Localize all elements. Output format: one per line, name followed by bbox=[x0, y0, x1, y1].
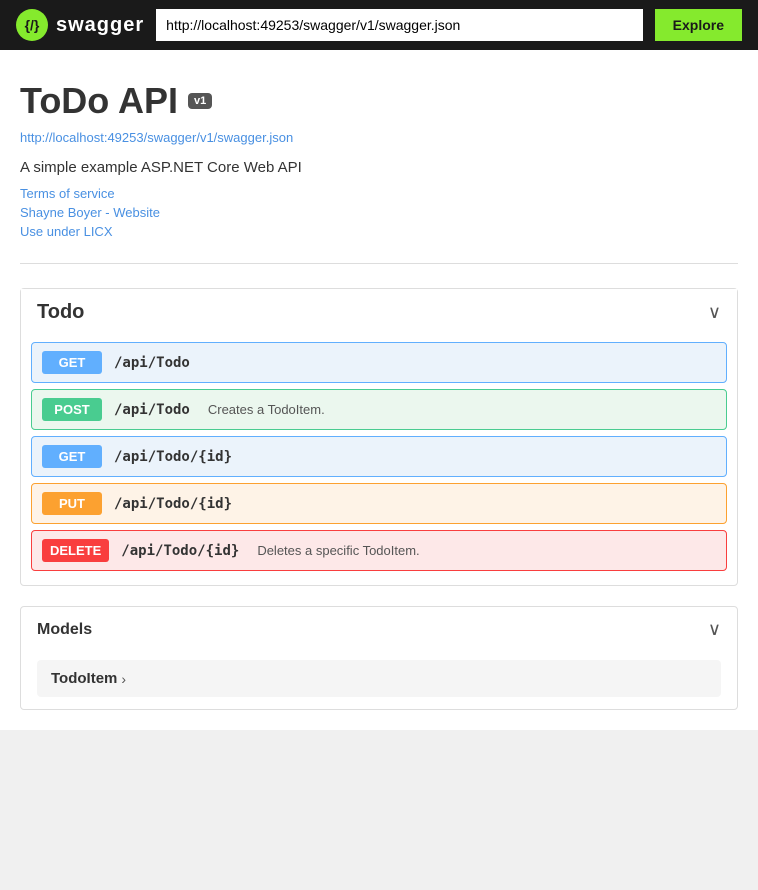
endpoint-put-todo-id[interactable]: PUT /api/Todo/{id} bbox=[31, 483, 727, 524]
models-chevron-icon: ∨ bbox=[708, 619, 721, 640]
navbar: {/} swagger Explore bbox=[0, 0, 758, 50]
models-title: Models bbox=[37, 621, 92, 639]
method-badge-post: POST bbox=[42, 398, 102, 421]
endpoint-desc-2: Creates a TodoItem. bbox=[208, 402, 325, 417]
api-description: A simple example ASP.NET Core Web API bbox=[20, 159, 738, 176]
endpoint-post-todo[interactable]: POST /api/Todo Creates a TodoItem. bbox=[31, 389, 727, 430]
method-badge-get-1: GET bbox=[42, 351, 102, 374]
endpoint-get-todo[interactable]: GET /api/Todo bbox=[31, 342, 727, 383]
section-divider bbox=[20, 263, 738, 264]
model-item-todoitem[interactable]: TodoItem › bbox=[37, 660, 721, 697]
endpoint-desc-5: Deletes a specific TodoItem. bbox=[257, 543, 419, 558]
todo-section-header[interactable]: Todo ∨ bbox=[21, 289, 737, 336]
endpoint-delete-todo-id[interactable]: DELETE /api/Todo/{id} Deletes a specific… bbox=[31, 530, 727, 571]
version-badge: v1 bbox=[188, 93, 212, 109]
method-badge-put: PUT bbox=[42, 492, 102, 515]
api-links: Terms of service Shayne Boyer - Website … bbox=[20, 186, 738, 239]
endpoint-path-2: /api/Todo bbox=[114, 402, 190, 418]
api-url-link[interactable]: http://localhost:49253/swagger/v1/swagge… bbox=[20, 130, 738, 145]
endpoint-path-1: /api/Todo bbox=[114, 355, 190, 371]
api-title: ToDo API bbox=[20, 80, 178, 122]
todo-section: Todo ∨ GET /api/Todo POST /api/Todo Crea… bbox=[20, 288, 738, 586]
model-expand-icon: › bbox=[121, 671, 126, 687]
terms-of-service-link[interactable]: Terms of service bbox=[20, 186, 738, 201]
main-content: ToDo API v1 http://localhost:49253/swagg… bbox=[0, 50, 758, 730]
model-name-todoitem: TodoItem bbox=[51, 670, 117, 687]
website-link[interactable]: Shayne Boyer - Website bbox=[20, 205, 738, 220]
models-header[interactable]: Models ∨ bbox=[21, 607, 737, 652]
license-link[interactable]: Use under LICX bbox=[20, 224, 738, 239]
navbar-brand: swagger bbox=[56, 14, 144, 37]
endpoint-path-3: /api/Todo/{id} bbox=[114, 449, 232, 465]
api-title-row: ToDo API v1 bbox=[20, 80, 738, 122]
navbar-logo: {/} swagger bbox=[16, 9, 144, 41]
explore-button[interactable]: Explore bbox=[655, 9, 742, 41]
url-input[interactable] bbox=[156, 9, 642, 41]
todo-chevron-icon: ∨ bbox=[708, 302, 721, 323]
swagger-icon: {/} bbox=[16, 9, 48, 41]
method-badge-delete: DELETE bbox=[42, 539, 109, 562]
models-section: Models ∨ TodoItem › bbox=[20, 606, 738, 710]
endpoint-path-4: /api/Todo/{id} bbox=[114, 496, 232, 512]
todo-section-title: Todo bbox=[37, 301, 84, 324]
endpoint-get-todo-id[interactable]: GET /api/Todo/{id} bbox=[31, 436, 727, 477]
endpoint-path-5: /api/Todo/{id} bbox=[121, 543, 239, 559]
method-badge-get-2: GET bbox=[42, 445, 102, 468]
swagger-icon-symbol: {/} bbox=[25, 17, 40, 33]
